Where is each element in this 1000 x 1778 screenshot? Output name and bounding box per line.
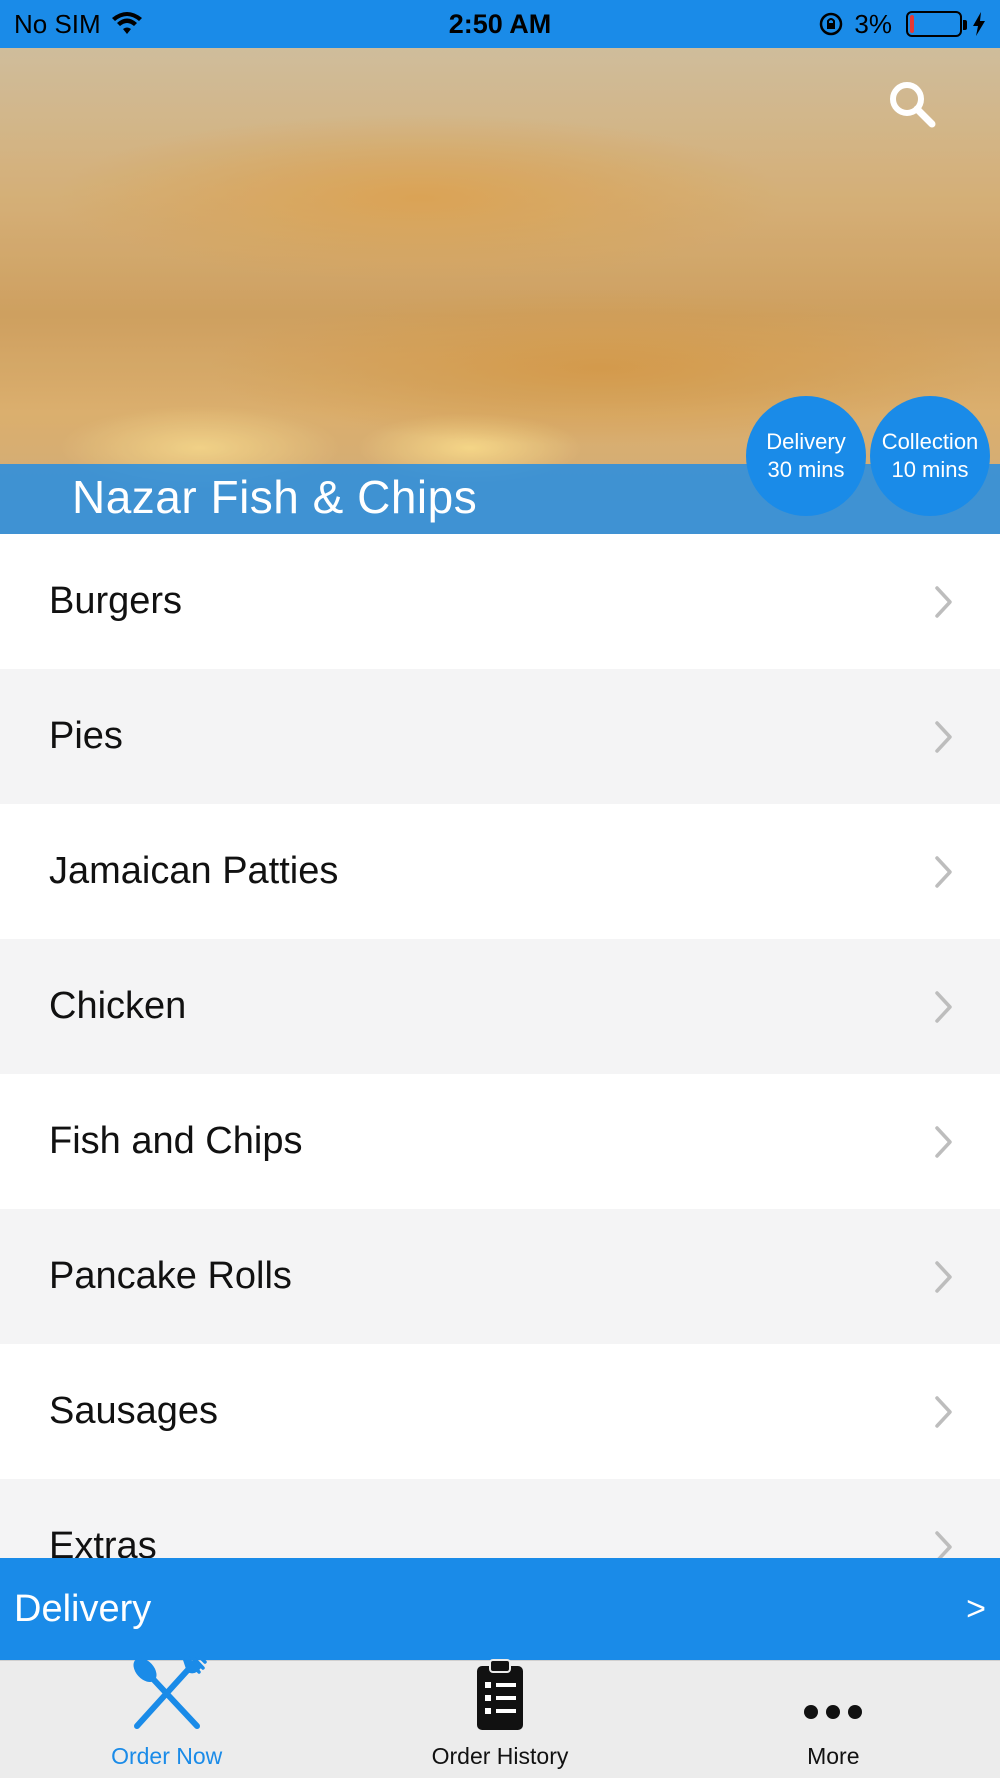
battery-icon [906,11,967,37]
category-label: Jamaican Patties [49,850,339,892]
collection-time-badge: Collection 10 mins [870,396,990,516]
category-jamaican-patties[interactable]: Jamaican Patties [0,804,1000,939]
battery-level-fill [910,15,914,33]
status-left: No SIM [14,9,143,40]
chevron-right-icon [934,585,954,619]
tab-bar: Order Now Order History More [0,1650,1000,1778]
category-label: Pies [49,715,123,757]
delivery-mode-label: Delivery [14,1587,152,1630]
category-label: Burgers [49,580,183,622]
category-label: Pancake Rolls [49,1255,292,1297]
category-fish-and-chips[interactable]: Fish and Chips [0,1074,1000,1209]
category-label: Sausages [49,1390,219,1432]
tab-order-history[interactable]: Order History [333,1658,666,1778]
tab-order-now[interactable]: Order Now [0,1650,333,1778]
delivery-badge-time: 30 mins [767,457,845,482]
category-extras[interactable]: Extras [0,1479,1000,1558]
clipboard-list-icon [474,1658,526,1737]
category-sausages[interactable]: Sausages [0,1344,1000,1479]
more-dots-icon [802,1676,864,1737]
chevron-right-icon [934,720,954,754]
tab-label: Order History [431,1743,569,1769]
fork-knife-icon [127,1650,207,1737]
restaurant-name: Nazar Fish & Chips [72,471,478,523]
category-pancake-rolls[interactable]: Pancake Rolls [0,1209,1000,1344]
category-pies[interactable]: Pies [0,669,1000,804]
delivery-badge-label: Delivery [766,429,846,454]
category-label: Extras [49,1525,157,1558]
rotation-lock-icon [818,11,844,37]
status-right: 3% [818,9,986,40]
delivery-arrow-icon: > [966,1589,986,1628]
status-bar: No SIM 2:50 AM 3% [0,0,1000,48]
chevron-right-icon [934,1395,954,1429]
wifi-icon [111,12,143,36]
collection-badge-time: 10 mins [891,457,969,482]
delivery-mode-button[interactable]: Delivery > [0,1558,1000,1660]
delivery-time-badge: Delivery 30 mins [746,396,866,516]
chevron-right-icon [934,990,954,1024]
chevron-right-icon [934,1260,954,1294]
tab-label: More [807,1743,860,1769]
category-label: Chicken [49,985,187,1027]
chevron-right-icon [934,855,954,889]
carrier-label: No SIM [14,8,101,39]
collection-badge-label: Collection [881,429,979,454]
chevron-right-icon [934,1125,954,1159]
charging-bolt-icon [972,12,986,36]
chevron-right-icon [934,1530,954,1558]
tab-label: Order Now [111,1743,223,1769]
hero-banner: Nazar Fish & Chips Delivery 30 mins Coll… [0,48,1000,534]
battery-percent: 3% [854,8,892,39]
tab-more[interactable]: More [667,1661,1000,1778]
category-chicken[interactable]: Chicken [0,939,1000,1074]
category-burgers[interactable]: Burgers [0,534,1000,669]
search-icon[interactable] [884,76,940,132]
category-list: Burgers Pies Jamaican Patties Chicken Fi… [0,534,1000,1558]
category-label: Fish and Chips [49,1120,303,1162]
